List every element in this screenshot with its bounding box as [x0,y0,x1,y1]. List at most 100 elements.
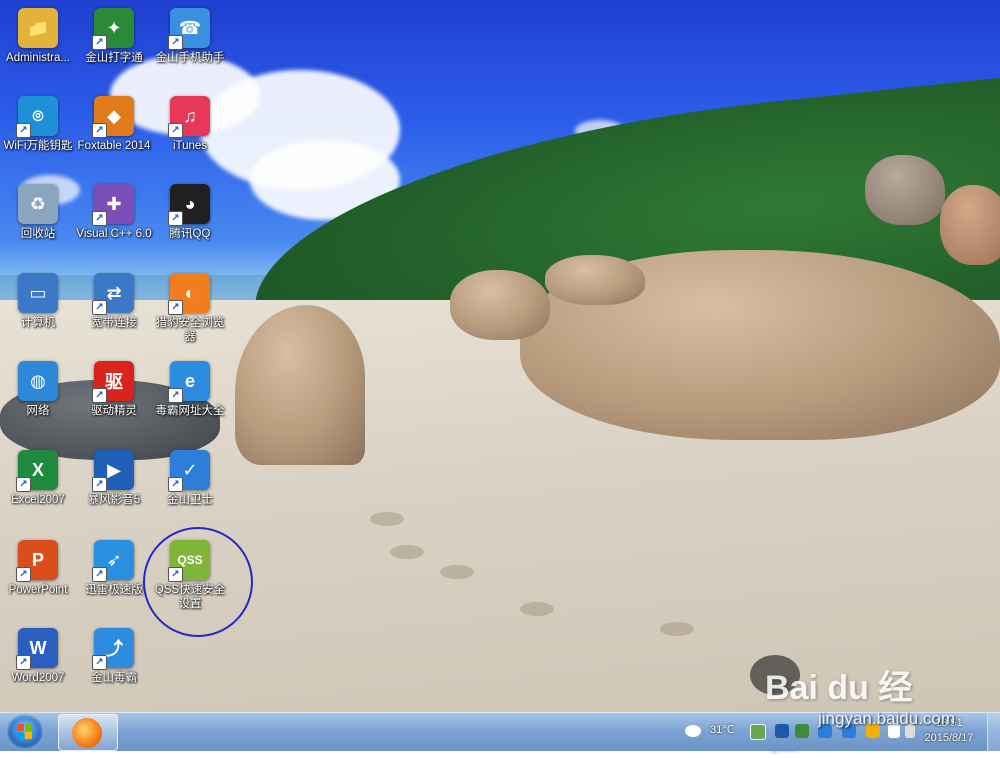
desktop-icon-label: 金山卫士 [167,494,213,506]
desktop-icon-foxtable[interactable]: ◆ ↗ Foxtable 2014 [74,96,154,153]
show-desktop-button[interactable] [987,713,1000,751]
desktop-icon-visual-cpp[interactable]: ✚ ↗ Visual C++ 6.0 [74,184,154,241]
desktop-icon-recycle-bin[interactable]: ♻ 回收站 [0,184,78,241]
shortcut-arrow-icon: ↗ [92,477,107,492]
shortcut-arrow-icon: ↗ [16,123,31,138]
highlight-circle [143,527,253,637]
shortcut-arrow-icon: ↗ [92,35,107,50]
powerpoint-icon: P ↗ [16,540,58,582]
desktop-icon-jinshan-guard[interactable]: ✓ ↗ 金山卫士 [150,450,230,507]
desktop-icon-administrator-folder[interactable]: 📁 Administra... [0,8,78,65]
shortcut-arrow-icon: ↗ [92,211,107,226]
foxtable-icon: ◆ ↗ [92,96,134,138]
desktop-icon-excel2007[interactable]: X ↗ Excel2007 [0,450,78,507]
clock-date: 2015/8/17 [924,732,974,744]
desktop-icon-label: 计算机 [20,317,56,329]
excel2007-icon: X ↗ [16,450,58,492]
shortcut-arrow-icon: ↗ [92,567,107,582]
rock [865,155,945,225]
desktop-icon-label: 宽带连接 [91,317,137,329]
rock [545,255,645,305]
shortcut-arrow-icon: ↗ [168,300,183,315]
shortcut-arrow-icon: ↗ [16,655,31,670]
start-button[interactable] [6,714,44,750]
desktop-icon-label: 迅雷极速版 [85,584,143,596]
xunlei-icon: ➶ ↗ [92,540,134,582]
desktop-icon-powerpoint[interactable]: P ↗ PowerPoint [0,540,78,597]
desktop-icon-itunes[interactable]: ♫ ↗ iTunes [150,96,230,153]
word2007-icon: W ↗ [16,628,58,670]
desktop-icon-label: Excel2007 [11,494,65,506]
shortcut-arrow-icon: ↗ [92,388,107,403]
footprint [370,512,404,526]
desktop-icon-wifi-key[interactable]: ⌾ ↗ WiFi万能钥匙 [0,96,78,153]
shortcut-arrow-icon: ↗ [16,567,31,582]
desktop-icon-label: 驱动精灵 [91,405,137,417]
windows-logo-icon [17,724,33,740]
desktop-icon-label: Visual C++ 6.0 [76,228,152,240]
desktop-icon-label: iTunes [172,140,208,152]
desktop-icon-tencent-qq[interactable]: ◕ ↗ 腾讯QQ [150,184,230,241]
duba-nav-icon: e ↗ [168,361,210,403]
desktop-icon-network[interactable]: ◍ 网络 [0,361,78,418]
desktop-icon-label: Word2007 [11,672,65,684]
desktop-icon-label: 猎豹安全浏览器 [155,317,225,343]
qss-tray-icon[interactable] [750,724,766,740]
jinshan-duba-icon: ⤴ ↗ [92,628,134,670]
desktop-icon-xunlei[interactable]: ➶ ↗ 迅雷极速版 [74,540,154,597]
desktop-icon-label: WiFi万能钥匙 [3,140,73,152]
desktop-icon-baofeng-player[interactable]: ▶ ↗ 暴风影音5 [74,450,154,507]
weather-temperature[interactable]: 31℃ [710,723,735,736]
baidu-watermark: Bai du 经验 [750,650,945,756]
jinshan-guard-icon: ✓ ↗ [168,450,210,492]
desktop-icon-word2007[interactable]: W ↗ Word2007 [0,628,78,685]
desktop-icon-computer[interactable]: ▭ 计算机 [0,273,78,330]
weather-cloud-icon[interactable] [685,725,701,737]
desktop-icon-jinshan-duba[interactable]: ⤴ ↗ 金山毒霸 [74,628,154,685]
recycle-bin-icon: ♻ [18,184,58,224]
shortcut-arrow-icon: ↗ [92,300,107,315]
desktop-icon-liebao-browser[interactable]: ◐ ↗ 猎豹安全浏览器 [150,273,230,344]
desktop-icon-broadband-connect[interactable]: ⇄ ↗ 宽带连接 [74,273,154,330]
desktop-icon-label: 金山手机助手 [155,52,225,64]
desktop-icon-label: PowerPoint [8,584,68,596]
rock [450,270,550,340]
itunes-icon: ♫ ↗ [168,96,210,138]
wifi-key-icon: ⌾ ↗ [16,96,58,138]
desktop-icon-label: 暴风影音5 [87,494,141,506]
shortcut-arrow-icon: ↗ [92,655,107,670]
desktop-icon-label: 毒霸网址大全 [155,405,225,417]
desktop-icon-label: 金山毒霸 [91,672,137,684]
desktop-icon-label: Foxtable 2014 [77,140,151,152]
shortcut-arrow-icon: ↗ [16,477,31,492]
visual-cpp-icon: ✚ ↗ [92,184,134,226]
rock [940,185,1000,265]
footprint [520,602,554,616]
broadband-connect-icon: ⇄ ↗ [92,273,134,315]
watermark-url: jingyan.baidu.com [818,709,956,728]
desktop-icon-label: Administra... [6,52,70,64]
footprint [440,565,474,579]
desktop-icon-driver-genius[interactable]: 驱 ↗ 驱动精灵 [74,361,154,418]
jinshan-phone-helper-icon: ☎ ↗ [168,8,210,50]
bluetooth-icon[interactable] [775,724,789,738]
desktop-icon-duba-nav[interactable]: e ↗ 毒霸网址大全 [150,361,230,418]
desktop-icon-label: 网络 [26,405,50,417]
desktop-icon-jinshan-phone-helper[interactable]: ☎ ↗ 金山手机助手 [150,8,230,65]
security-tray-icon[interactable] [795,724,809,738]
footprint [660,622,694,636]
desktop-icon-label: 腾讯QQ [169,228,211,240]
shortcut-arrow-icon: ↗ [92,123,107,138]
baofeng-player-icon: ▶ ↗ [92,450,134,492]
liebao-browser-icon [72,718,102,748]
jinshan-typing-icon: ✦ ↗ [92,8,134,50]
driver-genius-icon: 驱 ↗ [92,361,134,403]
network-icon: ◍ [18,361,58,401]
shortcut-arrow-icon: ↗ [168,477,183,492]
desktop-icon-label: 金山打字通 [85,52,143,64]
desktop-icon-jinshan-typing[interactable]: ✦ ↗ 金山打字通 [74,8,154,65]
administrator-folder-icon: 📁 [18,8,58,48]
desktop-icon-label: 回收站 [20,228,56,240]
computer-icon: ▭ [18,273,58,313]
taskbar-app-liebao-browser[interactable] [58,714,118,751]
